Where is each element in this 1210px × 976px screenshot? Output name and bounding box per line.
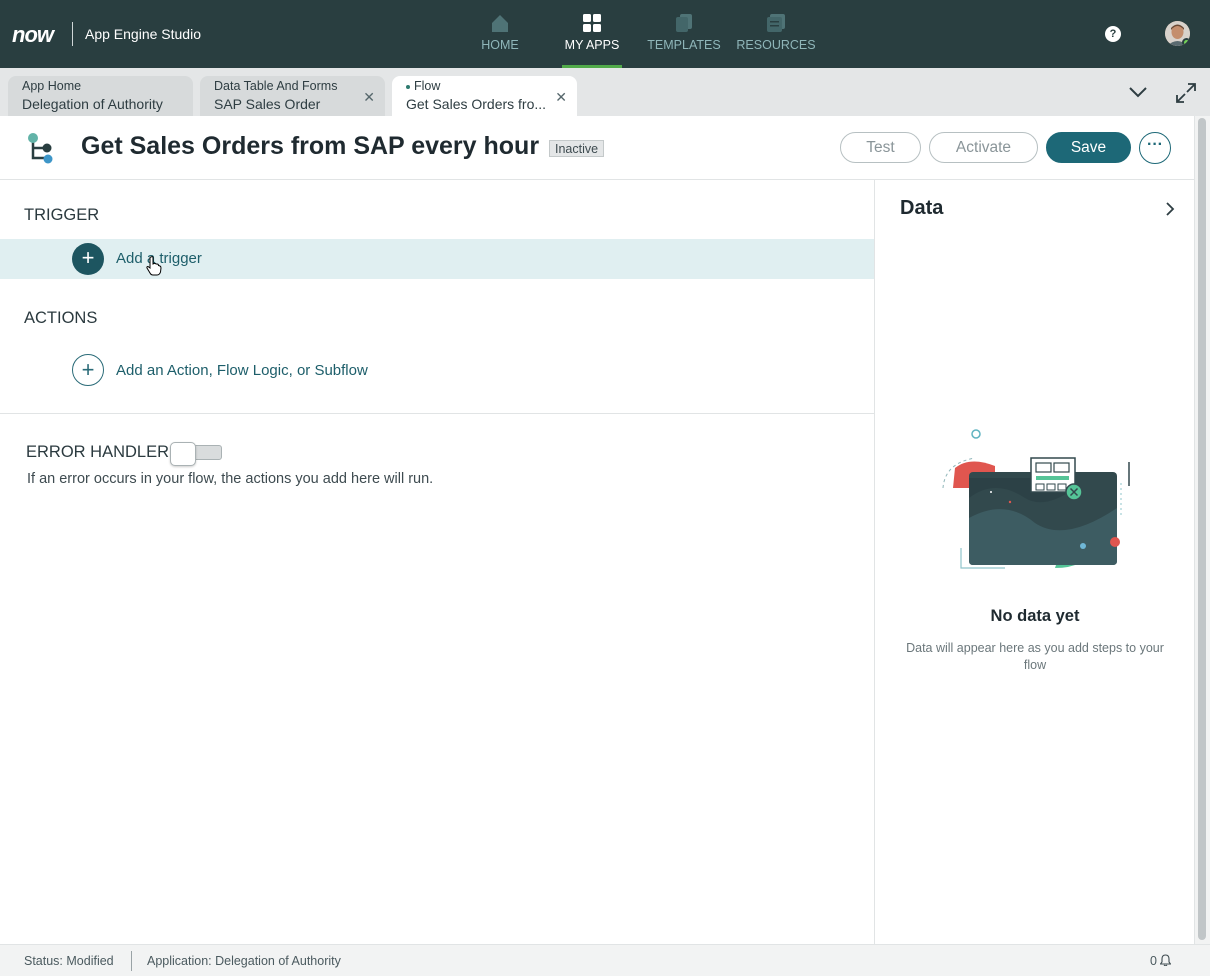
resources-icon xyxy=(765,12,787,34)
status-application: Application: Delegation of Authority xyxy=(147,954,341,968)
empty-data-illustration xyxy=(935,428,1135,578)
data-panel: Data No data yet Data will appear here a… xyxy=(874,180,1194,944)
activate-button[interactable]: Activate xyxy=(929,132,1038,163)
chevron-right-icon[interactable] xyxy=(1163,199,1177,219)
actions-section-label: ACTIONS xyxy=(24,309,98,327)
trigger-section-label: TRIGGER xyxy=(24,206,100,224)
empty-state-description: Data will appear here as you add steps t… xyxy=(906,641,1164,672)
notifications-indicator[interactable]: 0 xyxy=(1150,954,1173,968)
tab-data-table[interactable]: Data Table And Forms SAP Sales Order ✕ xyxy=(200,76,385,116)
close-icon[interactable]: ✕ xyxy=(555,89,567,106)
notification-count: 0 xyxy=(1150,954,1157,968)
tab-title: SAP Sales Order xyxy=(214,96,321,112)
page-scrollbar[interactable] xyxy=(1194,116,1210,944)
add-trigger-plus-icon[interactable]: + xyxy=(72,243,104,275)
save-button[interactable]: Save xyxy=(1046,132,1131,163)
grid-icon xyxy=(581,12,603,34)
bell-icon xyxy=(1159,954,1173,967)
servicenow-logo[interactable]: now xyxy=(12,22,54,48)
expand-icon[interactable] xyxy=(1175,82,1197,104)
top-header: now App Engine Studio HOME MY APPS TEMPL… xyxy=(0,0,1210,68)
tab-category: Flow xyxy=(406,79,577,94)
nav-my-apps[interactable]: MY APPS xyxy=(547,0,637,68)
flow-editor: TRIGGER + Add a trigger ACTIONS + Add an… xyxy=(0,180,874,944)
close-icon[interactable]: ✕ xyxy=(363,89,375,106)
test-button[interactable]: Test xyxy=(840,132,921,163)
error-handler-label: ERROR HANDLER xyxy=(26,443,170,461)
nav-resources[interactable]: RESOURCES xyxy=(731,0,821,68)
tabs-bar: App Home Delegation of Authority Data Ta… xyxy=(0,68,1210,116)
nav-home-label: HOME xyxy=(481,38,519,52)
tab-category: Data Table And Forms xyxy=(214,79,338,93)
online-status-icon xyxy=(1182,38,1190,46)
data-panel-title: Data xyxy=(900,197,944,219)
page-title: Get Sales Orders from SAP every hour xyxy=(81,132,540,160)
add-trigger-row[interactable]: + Add a trigger xyxy=(0,239,874,279)
avatar[interactable] xyxy=(1165,21,1190,46)
tab-flow[interactable]: Flow Get Sales Orders fro... ✕ xyxy=(392,76,577,116)
logo-divider xyxy=(72,22,73,46)
status-badge: Inactive xyxy=(549,140,605,157)
add-action-plus-icon[interactable]: + xyxy=(72,354,104,386)
tab-category: App Home xyxy=(22,79,82,93)
tab-title: Get Sales Orders fro... xyxy=(406,96,547,112)
add-action-link[interactable]: Add an Action, Flow Logic, or Subflow xyxy=(116,362,368,379)
nav-templates[interactable]: TEMPLATES xyxy=(639,0,729,68)
chevron-down-icon[interactable] xyxy=(1127,82,1149,102)
home-icon xyxy=(489,12,511,34)
hand-cursor-icon xyxy=(146,256,162,276)
status-bar: Status: Modified Application: Delegation… xyxy=(0,944,1210,976)
tab-title: Delegation of Authority xyxy=(22,96,163,112)
section-divider xyxy=(0,413,874,414)
scrollbar-thumb[interactable] xyxy=(1198,118,1206,940)
tab-app-home[interactable]: App Home Delegation of Authority xyxy=(8,76,193,116)
more-options-button[interactable]: ··· xyxy=(1139,132,1171,164)
main-nav: HOME MY APPS TEMPLATES RESOURCES xyxy=(455,0,823,68)
nav-templates-label: TEMPLATES xyxy=(647,38,721,52)
empty-state-title: No data yet xyxy=(990,607,1080,625)
flow-header: Get Sales Orders from SAP every hour Ina… xyxy=(0,116,1194,180)
nav-resources-label: RESOURCES xyxy=(736,38,816,52)
status-divider xyxy=(131,951,132,971)
error-handler-description: If an error occurs in your flow, the act… xyxy=(27,471,434,487)
templates-icon xyxy=(673,12,695,34)
nav-my-apps-label: MY APPS xyxy=(564,38,620,52)
app-name: App Engine Studio xyxy=(85,26,201,42)
error-handler-toggle[interactable] xyxy=(170,442,222,466)
toggle-knob xyxy=(170,442,196,466)
flow-icon xyxy=(26,132,56,164)
modified-dot-icon xyxy=(406,84,410,89)
help-icon[interactable]: ? xyxy=(1105,26,1121,42)
status-text: Status: Modified xyxy=(24,954,114,968)
nav-home[interactable]: HOME xyxy=(455,0,545,68)
